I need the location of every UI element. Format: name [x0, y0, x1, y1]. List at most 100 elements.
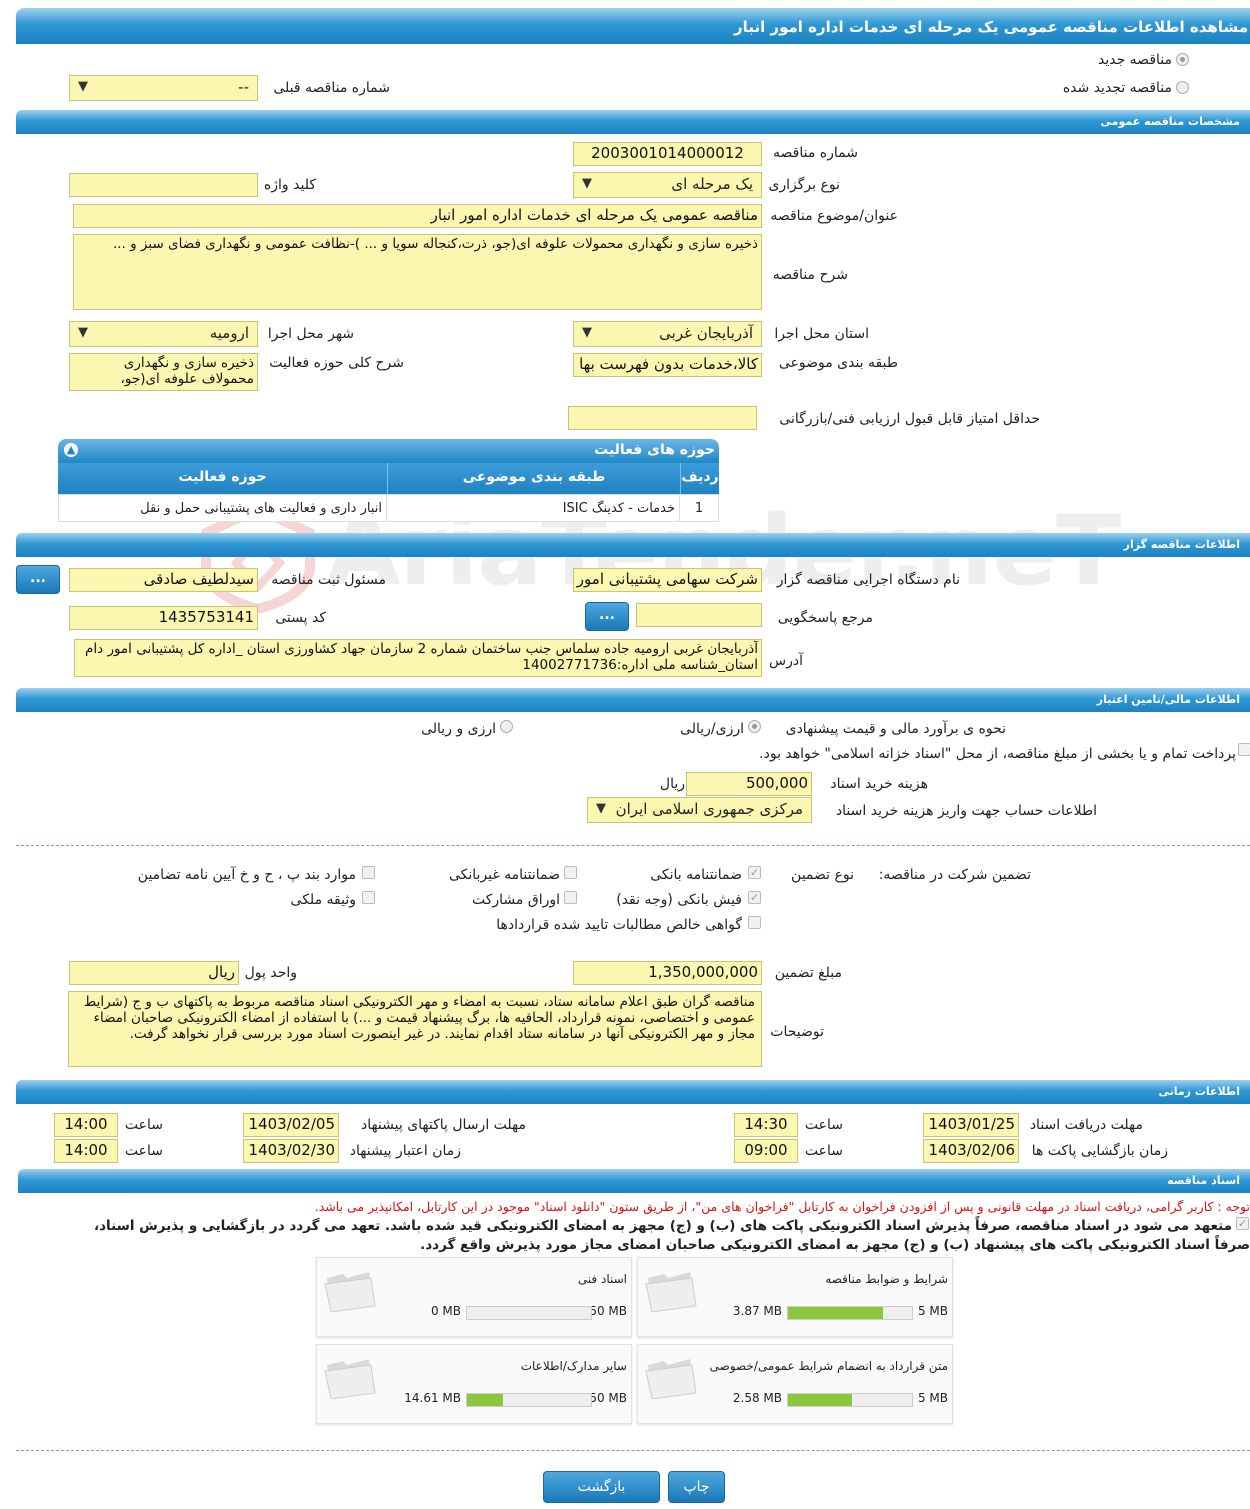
reference-field [636, 603, 762, 627]
page-header: مشاهده اطلاعات مناقصه عمومی یک مرحله ای … [16, 8, 1250, 44]
lookup-button[interactable]: ... [16, 565, 60, 594]
send-deadline-label: مهلت ارسال پاکتهای پیشنهاد [360, 1117, 526, 1133]
section-general: مشخصات مناقصه عمومی [16, 110, 1250, 134]
treasury-label: پرداخت تمام و یا بخشی از مبلغ مناقصه، از… [759, 746, 1236, 762]
divider [16, 845, 1250, 846]
organization-label: نام دستگاه اجرایی مناقصه گزار [776, 572, 960, 588]
province-label: استان محل اجرا [774, 326, 869, 342]
reference-lookup-button[interactable]: ... [585, 602, 629, 631]
new-tender-radio[interactable] [1176, 53, 1189, 66]
doc-deadline-date: 1403/01/25 [923, 1113, 1019, 1137]
nonbank-guarantee-label: ضمانتنامه غیربانکی [448, 867, 560, 883]
bonds-checkbox[interactable] [564, 891, 577, 904]
documents-notice: توجه : کاربر گرامی، دریافت اسناد در مهلت… [314, 1199, 1250, 1214]
row-category: خدمات - کدینگ ISIC [387, 495, 680, 521]
document-progress [466, 1393, 592, 1407]
guarantee-title: تضمین شرکت در مناقصه: [878, 867, 1031, 883]
document-size: 0 MB [430, 1304, 461, 1318]
document-size: 14.61 MB [404, 1391, 461, 1405]
section-organizer-title: اطلاعات مناقصه گزار [1123, 538, 1240, 551]
guarantee-type-label: نوع تضمین [791, 867, 854, 883]
document-card[interactable]: متن قرارداد به انضمام شرایط عمومی/خصوصی … [637, 1344, 953, 1424]
category-label: طبقه بندی موضوعی [778, 355, 898, 371]
subject-label: عنوان/موضوع مناقصه [770, 208, 898, 224]
keyword-label: کلید واژه [263, 177, 316, 193]
postal-code-label: کد پستی [275, 610, 326, 626]
collapse-icon[interactable]: ▲ [64, 443, 78, 457]
treasury-checkbox[interactable] [1238, 743, 1250, 756]
back-button[interactable]: بازگشت [543, 1471, 660, 1503]
folder-icon [324, 1359, 376, 1399]
description-field: ذخیره سازی و نگهداری محمولات علوفه ای(جو… [73, 234, 762, 310]
type-label: نوع برگزاری [768, 177, 840, 193]
document-size: 3.87 MB [732, 1304, 782, 1318]
min-score-field [568, 406, 757, 430]
chevron-down-icon: ▼ [78, 325, 88, 340]
row-index: 1 [694, 501, 704, 516]
province-select[interactable]: آذربایجان غربی ▼ [573, 321, 762, 347]
document-progress-fill [788, 1394, 853, 1406]
chevron-down-icon: ▼ [596, 801, 606, 816]
activities-panel-header: حوزه های فعالیت ▲ [58, 439, 719, 463]
document-title: سایر مدارک/اطلاعات [520, 1359, 627, 1373]
send-deadline-date: 1403/02/05 [243, 1113, 339, 1137]
activities-title: حوزه های فعالیت [594, 442, 715, 458]
rial-radio[interactable] [748, 720, 761, 733]
subject-field: مناقصه عمومی یک مرحله ای خدمات اداره امو… [73, 204, 762, 228]
cash-checkbox[interactable]: ✓ [748, 891, 761, 904]
document-card[interactable]: سایر مدارک/اطلاعات 50 MB 14.61 MB [316, 1344, 632, 1424]
chevron-down-icon: ▼ [582, 176, 592, 191]
section-finance-title: اطلاعات مالی/تامین اعتبار [1096, 693, 1240, 706]
account-select[interactable]: مرکزی جمهوری اسلامی ایران ▼ [587, 797, 812, 823]
table-row: 1 خدمات - کدینگ ISIC انبار داری و فعالیت… [58, 494, 719, 522]
property-checkbox[interactable] [362, 891, 375, 904]
validity-time-label: ساعت [124, 1143, 163, 1159]
document-progress-fill [788, 1307, 884, 1319]
notes-label: توضیحات [770, 1024, 824, 1040]
notes-field: مناقصه گران طبق اعلام سامانه ستاد، نسبت … [68, 991, 762, 1067]
document-card[interactable]: شرایط و ضوابط مناقصه 5 MB 3.87 MB [637, 1257, 953, 1337]
opening-time-label: ساعت [804, 1143, 843, 1159]
claims-checkbox[interactable] [748, 916, 761, 929]
renewed-tender-radio[interactable] [1176, 81, 1189, 94]
clauses-checkbox[interactable] [362, 866, 375, 879]
prev-number-select[interactable]: -- ▼ [69, 75, 258, 101]
document-progress [466, 1306, 592, 1320]
document-card[interactable]: اسناد فنی 50 MB 0 MB [316, 1257, 632, 1337]
print-button[interactable]: چاپ [668, 1471, 725, 1503]
document-progress [787, 1393, 913, 1407]
section-organizer: اطلاعات مناقصه گزار [16, 533, 1250, 557]
row-scope: انبار داری و فعالیت های پشتیبانی حمل و ن… [57, 495, 387, 521]
type-value: یک مرحله ای [671, 175, 753, 193]
bonds-label: اوراق مشارکت [471, 892, 560, 908]
document-title: شرایط و ضوابط مناقصه [825, 1272, 948, 1286]
scope-label: شرح کلی حوزه فعالیت [269, 355, 404, 371]
nonbank-guarantee-checkbox[interactable] [564, 866, 577, 879]
doc-deadline-time-label: ساعت [804, 1117, 843, 1133]
activities-columns: ردیف طبقه بندی موضوعی حوزه فعالیت [58, 463, 719, 494]
document-max: 50 MB [589, 1304, 627, 1318]
account-label: اطلاعات حساب جهت واریز هزینه خرید اسناد [835, 803, 1097, 819]
validity-label: زمان اعتبار پیشنهاد [349, 1143, 461, 1159]
bank-guarantee-checkbox[interactable]: ✓ [748, 866, 761, 879]
document-max: 50 MB [589, 1391, 627, 1405]
chevron-down-icon: ▼ [78, 79, 88, 94]
organization-field: شرکت سهامی پشتیبانی امور دام [573, 568, 762, 592]
fx-radio[interactable] [500, 720, 513, 733]
chevron-down-icon: ▼ [582, 325, 592, 340]
pledge-checkbox[interactable]: ✓ [1236, 1217, 1249, 1230]
divider [16, 1450, 1250, 1451]
address-label: آدرس [769, 653, 803, 669]
keyword-field[interactable] [69, 173, 258, 197]
folder-icon [645, 1359, 697, 1399]
col-category: طبقه بندی موضوعی [388, 463, 681, 494]
min-score-label: حداقل امتیاز قابل قبول ارزیابی فنی/بازرگ… [779, 411, 1040, 427]
opening-time: 09:00 [734, 1139, 798, 1163]
city-select[interactable]: ارومیه ▼ [69, 321, 258, 347]
section-documents-title: اسناد مناقصه [1167, 1174, 1240, 1187]
validity-date: 1403/02/30 [243, 1139, 339, 1163]
document-title: اسناد فنی [577, 1272, 627, 1286]
type-select[interactable]: یک مرحله ای ▼ [573, 172, 762, 198]
folder-icon [324, 1272, 376, 1312]
send-deadline-time-label: ساعت [124, 1117, 163, 1133]
